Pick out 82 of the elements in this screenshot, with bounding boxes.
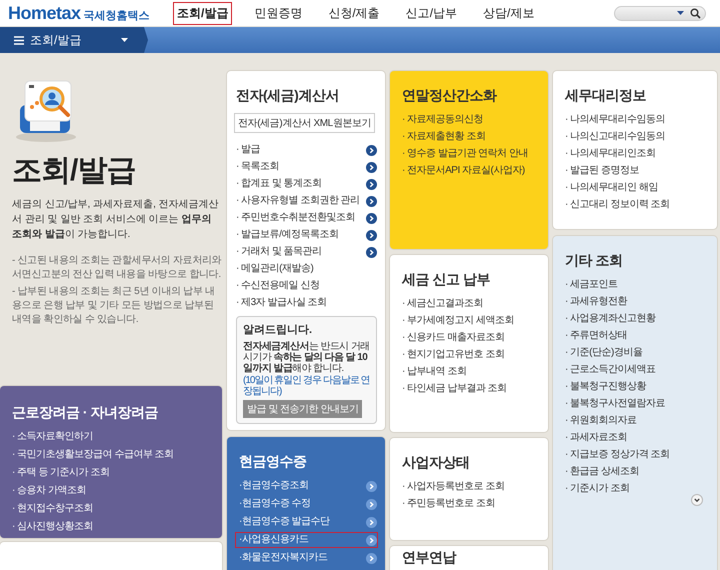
menu-link[interactable]: · 과세유형전환 bbox=[562, 295, 709, 309]
menu-link[interactable]: · 나의세무대리수임동의 bbox=[562, 113, 709, 127]
menu-link[interactable]: ·현금영수증 발급수단 bbox=[236, 515, 377, 529]
menu-link[interactable]: · 타인세금 납부결과 조회 bbox=[399, 382, 540, 396]
menu-link[interactable]: · 수신전용메일 신청 bbox=[233, 279, 377, 293]
card-title: 전자(세금)계산서 bbox=[236, 87, 340, 105]
menu-link[interactable]: ·현금영수증 수정 bbox=[236, 497, 377, 511]
expand-icon[interactable] bbox=[691, 494, 703, 506]
menu-link[interactable]: · 목록조회 bbox=[233, 160, 377, 174]
caret-icon bbox=[121, 38, 128, 42]
menu-link[interactable]: · 신고대리 정보이력 조회 bbox=[562, 198, 709, 212]
menu-link[interactable]: · 납부내역 조회 bbox=[399, 365, 540, 379]
menu-link[interactable]: · 승용차 가액조회 bbox=[9, 484, 214, 498]
card-title: 근로장려금 · 자녀장려금 bbox=[12, 404, 159, 422]
menu-link[interactable]: · 불복청구진행상황 bbox=[562, 380, 709, 394]
note-text: - 납부된 내용의 조회는 최근 5년 이내의 납부 내용으로 은행 납부 및 기타 모든 방법으로 납부된 내역을 확인하실 수 있습니다. bbox=[12, 285, 216, 327]
card-title: 연부연납 bbox=[402, 549, 458, 567]
menu-link[interactable]: · 현지접수창구조회 bbox=[9, 502, 214, 516]
menu-link[interactable]: · 제3자 발급사실 조회 bbox=[233, 296, 377, 310]
menu-link[interactable]: · 불복청구사전열람자료 bbox=[562, 397, 709, 411]
menu-link[interactable]: · 거래처 및 품목관리 bbox=[233, 245, 377, 259]
menu-link[interactable]: · 사업용계좌신고현황 bbox=[562, 312, 709, 326]
menu-link[interactable]: · 주민번호수취분전환및조회 bbox=[233, 211, 377, 225]
note-text: - 신고된 내용의 조회는 관할세무서의 자료처리와 서면신고분의 전산 입력 내용을 바탕으로 합니다. bbox=[12, 254, 222, 282]
description-text: 세금의 신고/납부, 과세자료제출, 전자세금계산서 관리 및 일반 조회 서비스에 이르는 업무의 조회와 발급이 가능합니다. bbox=[12, 198, 220, 242]
menu-link[interactable]: · 사용자유형별 조회권한 관리 bbox=[233, 194, 377, 208]
menu-link[interactable]: · 자료제출현황 조회 bbox=[399, 130, 540, 144]
menu-link[interactable]: · 나의신고대리수임동의 bbox=[562, 130, 709, 144]
nav-tab[interactable]: 민원증명 bbox=[250, 2, 306, 24]
menu-link[interactable]: · 소득자료확인하기 bbox=[9, 430, 214, 444]
menu-link[interactable]: · 현지기업고유번호 조회 bbox=[399, 348, 540, 362]
menu-link[interactable]: ·사업용신용카드 bbox=[236, 533, 377, 547]
card-title: 세금 신고 납부 bbox=[402, 271, 491, 289]
menu-link[interactable]: · 국민기초생활보장급여 수급여부 조회 bbox=[9, 448, 214, 462]
menu-link[interactable]: · 기준(단순)경비율 bbox=[562, 346, 709, 360]
menu-link[interactable]: · 합계표 및 통계조회 bbox=[233, 177, 377, 191]
menu-link[interactable]: · 세금포인트 bbox=[562, 278, 709, 292]
search-field[interactable] bbox=[614, 6, 706, 20]
menu-link[interactable]: · 발급된 증명정보 bbox=[562, 164, 709, 178]
menu-link[interactable]: · 발급보류/예정목록조회 bbox=[233, 228, 377, 242]
menu-link[interactable]: · 심사진행상황조회 bbox=[9, 520, 214, 534]
card-title: 연말정산간소화 bbox=[402, 87, 498, 105]
nav-tab[interactable]: 신고/납부 bbox=[402, 2, 462, 24]
nav-tab[interactable]: 신청/제출 bbox=[324, 2, 384, 24]
menu-dropdown[interactable]: 조회/발급 bbox=[0, 27, 148, 53]
card-title: 사업자상태 bbox=[402, 454, 470, 472]
menu-link[interactable]: · 주택 등 기준시가 조회 bbox=[9, 466, 214, 480]
menu-link[interactable]: ·화물운전자복지카드 bbox=[236, 551, 377, 565]
menu-link[interactable]: · 주류면허상태 bbox=[562, 329, 709, 343]
notice-title: 알려드립니다. bbox=[243, 323, 314, 337]
nav-tab[interactable]: 상담/제보 bbox=[479, 2, 538, 24]
menu-link[interactable]: · 나의세무대리인조회 bbox=[562, 147, 709, 161]
menu-link[interactable]: · 부가세예정고지 세액조회 bbox=[399, 314, 540, 328]
menu-link[interactable]: · 나의세무대리인 해임 bbox=[562, 181, 709, 195]
nav-tab[interactable]: 조회/발급 bbox=[173, 2, 232, 24]
menu-link[interactable]: · 환급금 상세조회 bbox=[562, 465, 709, 479]
page-title: 조회/발급 bbox=[12, 153, 136, 189]
notice-note: (10일이 휴일인 경우 다음날로 연장됩니다) bbox=[243, 375, 370, 397]
card-title: 세무대리정보 bbox=[565, 87, 647, 105]
menu-link[interactable]: · 근로소득간이세액표 bbox=[562, 363, 709, 377]
xml-view-button[interactable]: 전자(세금)계산서 XML원본보기 bbox=[234, 113, 376, 133]
menu-link[interactable]: · 자료제공동의신청 bbox=[399, 113, 540, 127]
menu-link[interactable]: · 발급 bbox=[233, 143, 377, 157]
menu-link[interactable]: ·현금영수증조회 bbox=[236, 479, 377, 493]
menu-link[interactable]: · 주민등록번호로 조회 bbox=[399, 497, 540, 511]
menu-link[interactable]: · 전자문서API 자료실(사업자) bbox=[399, 164, 540, 178]
menu-link[interactable]: · 메일관리(재발송) bbox=[233, 262, 377, 276]
menu-icon bbox=[14, 36, 24, 44]
caret-icon[interactable] bbox=[677, 11, 684, 15]
card-title: 현금영수증 bbox=[239, 453, 308, 471]
menu-link[interactable]: · 위원회회의자료 bbox=[562, 414, 709, 428]
menu-link[interactable]: · 신용카드 매출자료조회 bbox=[399, 331, 540, 345]
logo[interactable]: Hometax 국세청홈택스 bbox=[0, 2, 173, 24]
menu-link[interactable]: · 영수증 발급기관 연락처 안내 bbox=[399, 147, 540, 161]
search-icon[interactable] bbox=[690, 8, 701, 18]
menu-link[interactable]: · 세금신고결과조회 bbox=[399, 297, 540, 311]
menu-link[interactable]: · 과세자료조회 bbox=[562, 431, 709, 445]
menu-link[interactable]: · 기준시가 조회 bbox=[562, 482, 709, 496]
menu-link[interactable]: · 사업자등록번호로 조회 bbox=[399, 480, 540, 494]
card-title: 기타 조회 bbox=[565, 252, 624, 270]
notice-text: 전자세금계산서는 반드시 거래시기가 속하는 달의 다음 달 10일까지 발급해야 합니다. bbox=[243, 341, 370, 374]
menu-link[interactable]: · 지급보증 정상가격 조회 bbox=[562, 448, 709, 462]
